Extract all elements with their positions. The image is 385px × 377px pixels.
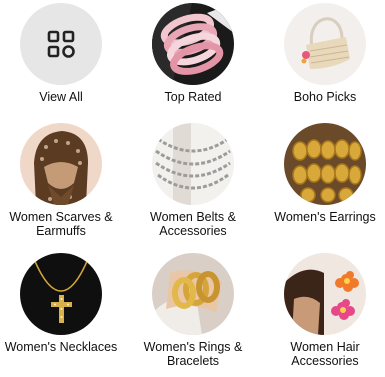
category-boho-picks[interactable]: Boho Picks: [261, 3, 385, 104]
bracelet-stack-icon: [152, 3, 234, 85]
hair-flowers-icon: [284, 253, 366, 335]
cross-necklace-icon: [20, 253, 102, 335]
category-womens-necklaces[interactable]: Women's Necklaces: [0, 253, 125, 354]
category-label: Women Hair Accessories: [290, 340, 360, 368]
hoop-earrings-icon: [284, 123, 366, 205]
head-scarf-icon: [20, 123, 102, 205]
category-view-all[interactable]: View All: [0, 3, 125, 104]
category-womens-earrings[interactable]: Women's Earrings: [261, 123, 385, 224]
category-women-belts-accessories[interactable]: Women Belts & Accessories: [129, 123, 257, 238]
grid-icon: [20, 3, 102, 85]
category-label: Women Belts & Accessories: [150, 210, 236, 238]
category-women-scarves-earmuffs[interactable]: Women Scarves & Earmuffs: [0, 123, 125, 238]
category-women-hair-accessories[interactable]: Women Hair Accessories: [261, 253, 385, 368]
category-label: Women's Rings & Bracelets: [143, 340, 243, 368]
gold-bracelets-icon: [152, 253, 234, 335]
category-label: Top Rated: [164, 90, 222, 104]
category-label: Boho Picks: [293, 90, 357, 104]
chain-necklace-icon: [152, 123, 234, 205]
handbag-icon: [284, 3, 366, 85]
category-label: View All: [39, 90, 83, 104]
category-grid: View All Top Rated Boho Picks Women Scar…: [0, 0, 385, 377]
category-label: Women's Earrings: [274, 210, 376, 224]
category-label: Women Scarves & Earmuffs: [9, 210, 113, 238]
category-womens-rings-bracelets[interactable]: Women's Rings & Bracelets: [129, 253, 257, 368]
category-label: Women's Necklaces: [4, 340, 118, 354]
category-top-rated[interactable]: Top Rated: [129, 3, 257, 104]
